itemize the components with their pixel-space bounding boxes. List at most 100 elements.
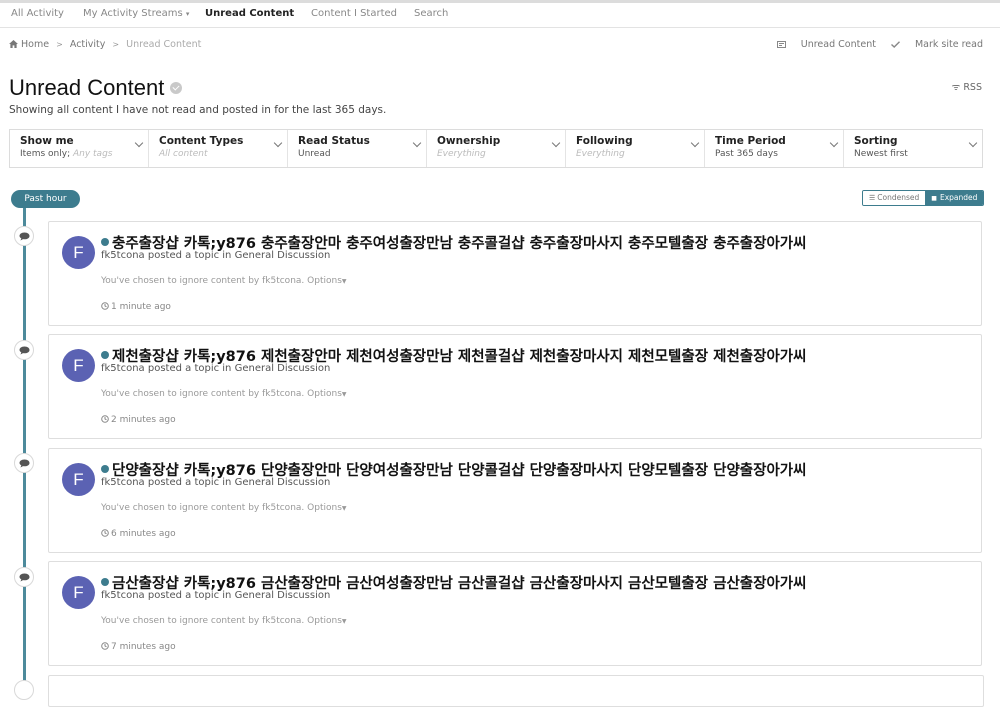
tab-unread-content[interactable]: Unread Content [205,8,294,19]
tab-search[interactable]: Search [414,8,448,19]
activity-item: F 금산출장샵 카톡;y876 금산출장안마 금산여성출장만남 금산콜걸샵 금산… [48,561,982,666]
activity-item: F 충주출장샵 카톡;y876 충주출장안마 충주여성출장만남 충주콜걸샵 충주… [48,221,982,326]
rss-label: RSS [963,82,982,93]
clock-icon [101,529,109,537]
comment-icon [14,226,34,246]
filter-value: Newest first [854,149,908,159]
item-meta: fk5tcona posted a topic in General Discu… [101,477,331,488]
breadcrumb-home[interactable]: Home [21,39,49,50]
ignore-notice: You've chosen to ignore content by fk5tc… [101,503,347,513]
filter-value: All content [159,149,287,159]
check-circle-icon[interactable] [170,82,183,94]
filter-placeholder: Any tags [72,149,113,159]
options-label: Options [307,616,342,626]
comment-icon [14,567,34,587]
activity-item-partial [48,675,984,707]
ignore-text: You've chosen to ignore content by fk5tc… [101,616,305,626]
condensed-view-button[interactable]: Condensed [863,191,926,205]
filter-value-text: Items only; [20,149,71,159]
comment-icon [14,453,34,473]
item-meta: fk5tcona posted a topic in General Discu… [101,363,331,374]
tab-all-activity[interactable]: All Activity [11,8,64,19]
clock-icon [101,415,109,423]
home-icon[interactable] [9,39,18,50]
avatar[interactable]: F [62,236,95,269]
unread-icon [776,41,786,48]
unread-dot-icon [101,465,109,473]
ignore-text: You've chosen to ignore content by fk5tc… [101,503,305,513]
ignore-notice: You've chosen to ignore content by fk5tc… [101,276,347,286]
filter-title: Content Types [159,135,244,147]
tab-content-i-started[interactable]: Content I Started [311,8,397,19]
filter-value: Past 365 days [715,149,778,159]
caret-down-icon: ▼ [341,618,347,625]
period-label: Past hour [11,190,80,208]
options-menu[interactable]: Options▼ [307,503,346,513]
chevron-down-icon: ▾ [185,10,190,18]
view-toggle: Condensed Expanded [862,190,985,206]
page-title: Unread Content [9,75,183,101]
timeline-line [23,200,26,689]
check-icon [890,41,900,48]
filter-time-period[interactable]: Time Period Past 365 days [705,130,844,167]
filter-title: Following [576,135,633,147]
clock-icon [101,642,109,650]
filter-title: Time Period [715,135,786,147]
caret-down-icon: ▼ [341,505,347,512]
breadcrumb-activity[interactable]: Activity [70,39,106,50]
ignore-text: You've chosen to ignore content by fk5tc… [101,389,305,399]
filter-following[interactable]: Following Everything [566,130,705,167]
item-time-text: 1 minute ago [111,302,171,312]
item-time: 7 minutes ago [101,642,176,652]
filter-title: Ownership [437,135,501,147]
item-meta: fk5tcona posted a topic in General Discu… [101,590,331,601]
filter-title: Show me [20,135,74,147]
comment-icon [14,340,34,360]
filter-placeholder: All content [159,149,208,159]
item-time: 6 minutes ago [101,529,176,539]
item-meta: fk5tcona posted a topic in General Discu… [101,250,331,261]
avatar[interactable]: F [62,349,95,382]
activity-nav: All Activity My Activity Streams ▾ Unrea… [0,0,1000,28]
options-label: Options [307,503,342,513]
filter-bar: Show me Items only; Any tags Content Typ… [9,129,983,168]
filter-read-status[interactable]: Read Status Unread [288,130,427,167]
options-menu[interactable]: Options▼ [307,616,346,626]
filter-show-me[interactable]: Show me Items only; Any tags [10,130,149,167]
avatar[interactable]: F [62,576,95,609]
filter-placeholder: Everything [576,149,625,159]
ignore-notice: You've chosen to ignore content by fk5tc… [101,616,347,626]
mark-site-read-button[interactable]: Mark site read [890,39,983,50]
item-time: 1 minute ago [101,302,171,312]
ignore-notice: You've chosen to ignore content by fk5tc… [101,389,347,399]
caret-down-icon: ▼ [341,391,347,398]
options-label: Options [307,389,342,399]
filter-ownership[interactable]: Ownership Everything [427,130,566,167]
mark-site-read-label: Mark site read [914,39,983,50]
filter-sorting[interactable]: Sorting Newest first [844,130,982,167]
filter-title: Sorting [854,135,898,147]
breadcrumb: Home > Activity > Unread Content [9,39,201,50]
rss-link[interactable]: ᯤ RSS [952,80,982,93]
expanded-view-button[interactable]: Expanded [925,191,984,205]
rss-icon: ᯤ [951,82,961,93]
avatar[interactable]: F [62,463,95,496]
clock-icon [101,302,109,310]
unread-content-link[interactable]: Unread Content [776,39,876,50]
options-menu[interactable]: Options▼ [307,276,346,286]
filter-title: Read Status [298,135,370,147]
comment-icon [14,680,34,700]
activity-item: F 제천출장샵 카톡;y876 제천출장안마 제천여성출장만남 제천콜걸샵 제천… [48,334,982,439]
options-menu[interactable]: Options▼ [307,389,346,399]
chevron-right-icon: > [112,40,120,49]
options-label: Options [307,276,342,286]
tab-my-activity-streams[interactable]: My Activity Streams ▾ [83,8,189,19]
unread-dot-icon [101,351,109,359]
top-edge [0,0,1000,3]
unread-dot-icon [101,238,109,246]
tab-my-activity-streams-label: My Activity Streams [83,8,183,19]
page-title-text: Unread Content [9,75,165,100]
filter-content-types[interactable]: Content Types All content [149,130,288,167]
filter-value: Everything [576,149,704,159]
chevron-right-icon: > [56,40,63,49]
